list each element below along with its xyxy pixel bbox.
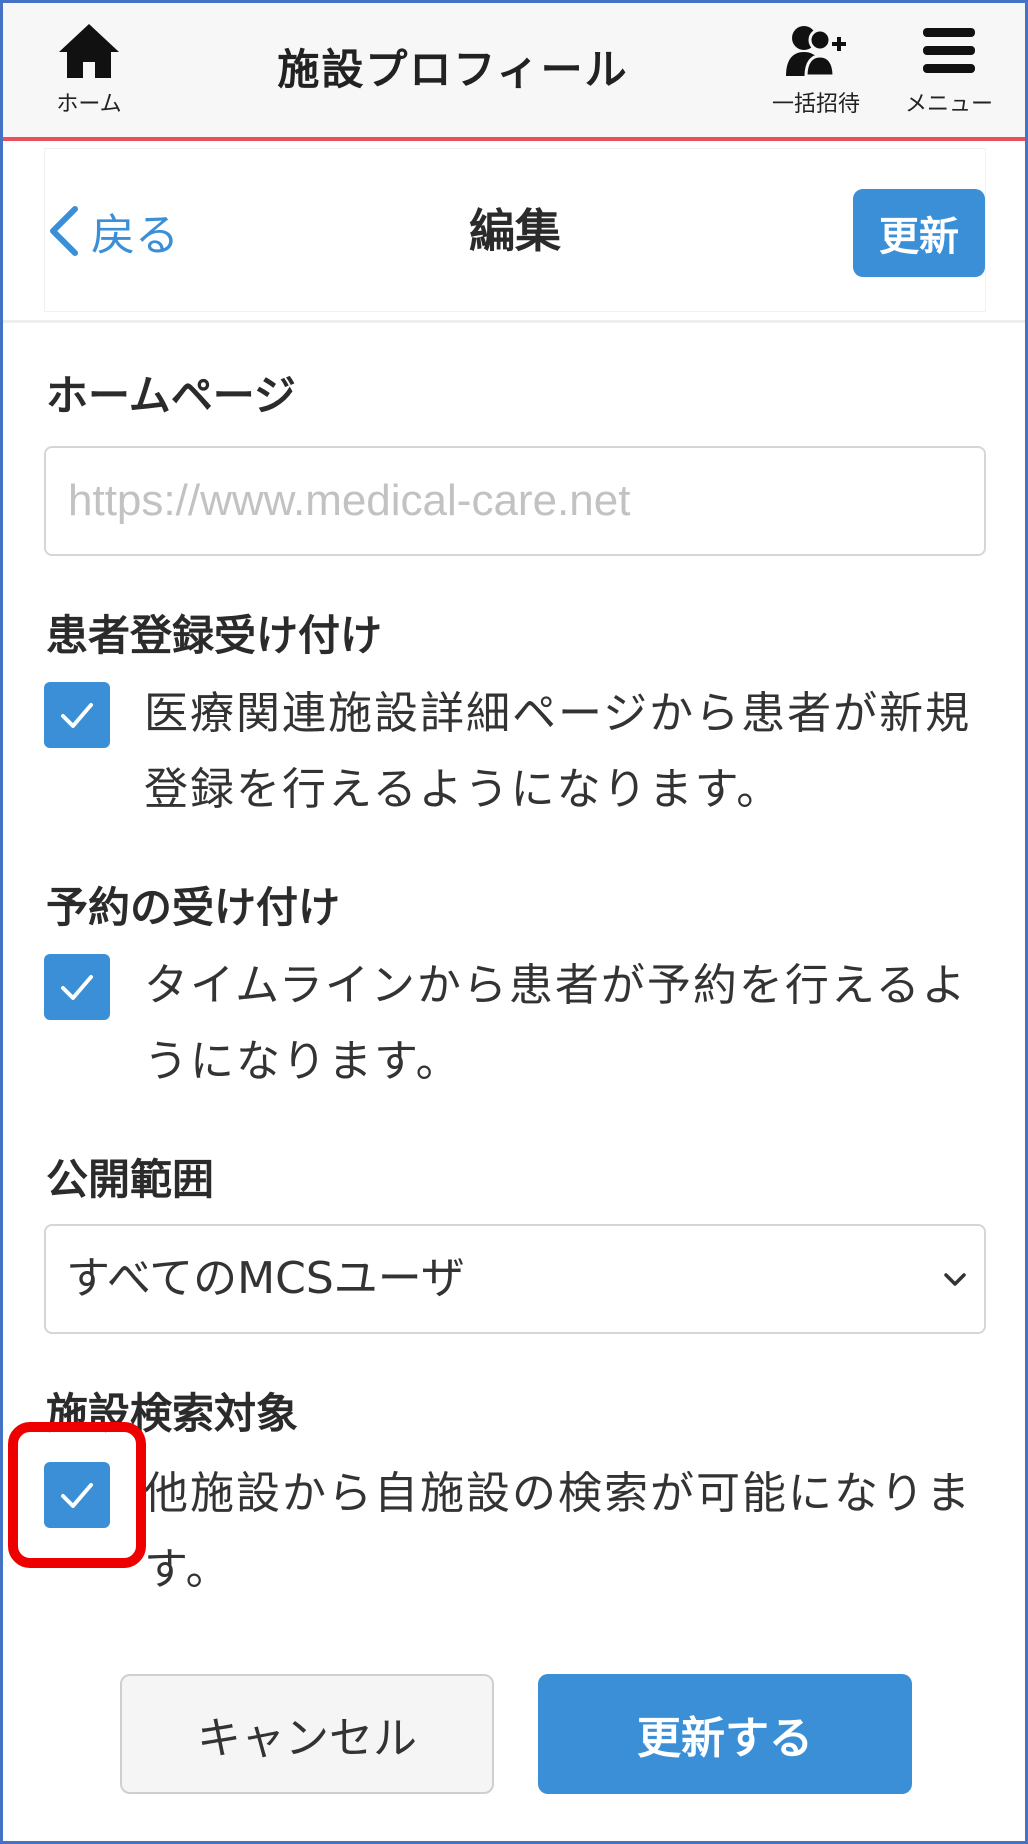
update-button-header[interactable]: 更新: [853, 189, 985, 277]
hamburger-menu-icon: [923, 28, 975, 73]
search-target-checkbox[interactable]: [44, 1462, 110, 1528]
visibility-select[interactable]: すべてのMCSユーザ: [44, 1224, 986, 1334]
menu-label: メニュー: [904, 92, 993, 117]
homepage-label: ホームページ: [46, 371, 296, 420]
back-label: 戻る: [91, 210, 179, 261]
page-title: 施設プロフィール: [277, 45, 629, 94]
patient-registration-option: 医療関連施設詳細ページから患者が新規登録を行えるようになります。: [44, 682, 994, 832]
patient-registration-description: 医療関連施設詳細ページから患者が新規登録を行えるようになります。: [144, 688, 972, 815]
homepage-input[interactable]: [44, 446, 986, 556]
home-icon: [59, 24, 119, 78]
home-nav-label: ホーム: [56, 92, 122, 117]
search-target-label: 施設検索対象: [46, 1389, 299, 1438]
visibility-selected-value: すべてのMCSユーザ: [66, 1253, 465, 1304]
divider: [3, 320, 1025, 323]
reservation-description: タイムラインから患者が予約を行えるようになります。: [144, 960, 968, 1087]
patient-registration-label: 患者登録受け付け: [46, 611, 383, 660]
add-users-icon: [786, 26, 846, 78]
reservation-label: 予約の受け付け: [46, 883, 341, 932]
chevron-left-icon: [50, 206, 78, 256]
reservation-option: タイムラインから患者が予約を行えるようになります。: [44, 954, 994, 1104]
chevron-down-icon: [944, 1273, 966, 1286]
search-target-option: 他施設から自施設の検索が可能になります。: [44, 1462, 994, 1612]
home-nav-button[interactable]: ホーム: [43, 3, 135, 137]
patient-registration-checkbox[interactable]: [44, 682, 110, 748]
top-navigation-bar: ホーム 施設プロフィール 一括招待 メニュー: [3, 3, 1025, 141]
bulk-invite-button[interactable]: 一括招待: [758, 3, 874, 137]
checkmark-icon: [61, 1483, 93, 1508]
cancel-button[interactable]: キャンセル: [120, 1674, 494, 1794]
edit-title: 編集: [469, 204, 561, 258]
checkmark-icon: [61, 975, 93, 1000]
reservation-checkbox[interactable]: [44, 954, 110, 1020]
search-target-description: 他施設から自施設の検索が可能になります。: [144, 1468, 972, 1595]
submit-update-button[interactable]: 更新する: [538, 1674, 912, 1794]
menu-button[interactable]: メニュー: [893, 3, 1005, 137]
edit-header: 戻る 編集 更新: [44, 148, 986, 312]
visibility-label: 公開範囲: [46, 1155, 215, 1204]
back-button[interactable]: 戻る: [45, 189, 179, 273]
bulk-invite-label: 一括招待: [771, 92, 860, 117]
checkmark-icon: [61, 703, 93, 728]
